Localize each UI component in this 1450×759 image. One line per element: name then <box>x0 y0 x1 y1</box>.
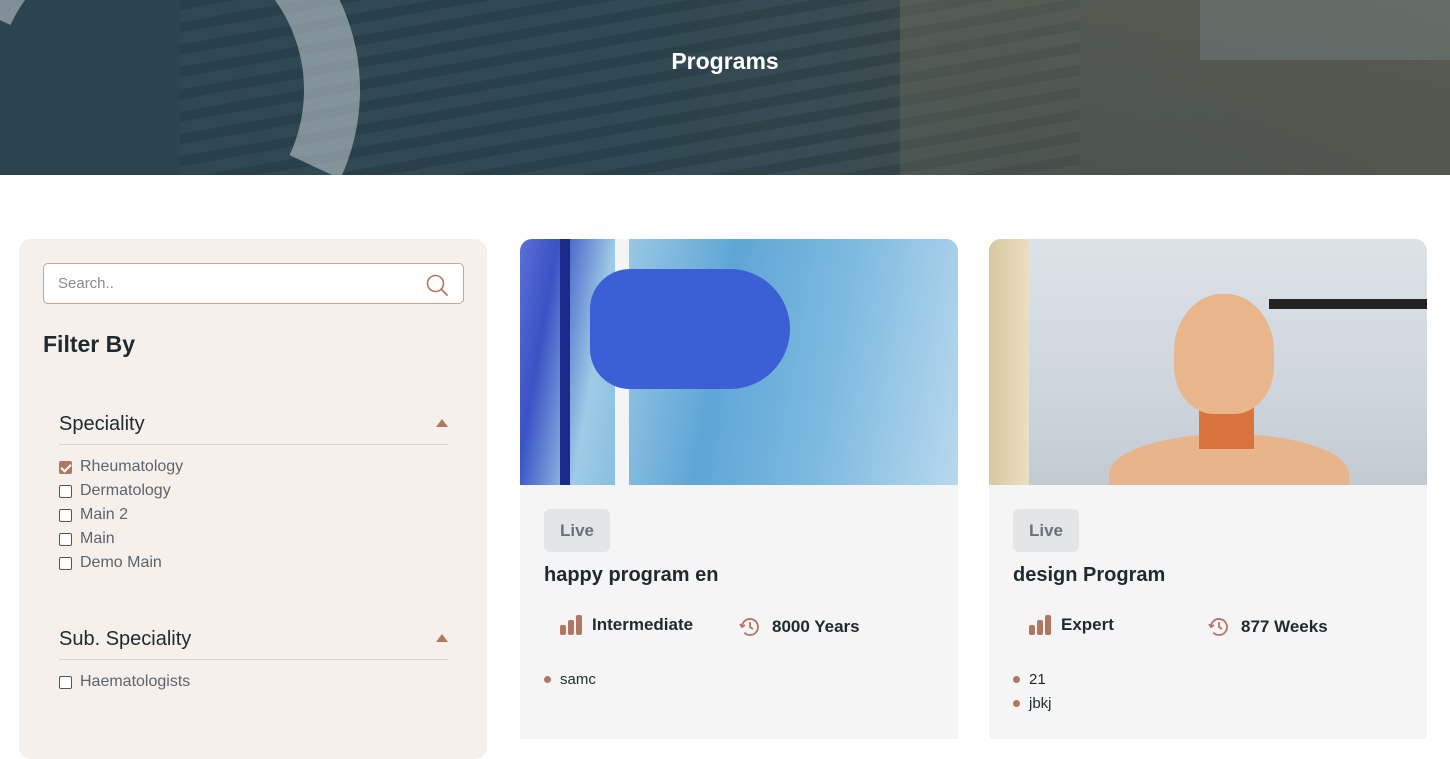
group-label: Speciality <box>59 413 145 435</box>
duration-info: 8000 Years <box>738 615 860 639</box>
level-bars-icon <box>1029 615 1051 635</box>
option-label: Haematologists <box>80 673 191 690</box>
level-bars-icon <box>560 615 582 635</box>
list-item: samc <box>544 667 596 691</box>
tag-list: 21 jbkj <box>1013 667 1052 715</box>
filter-option-haematologists[interactable]: Haematologists <box>59 670 190 694</box>
option-label: Main <box>80 530 115 547</box>
list-item: jbkj <box>1013 691 1052 715</box>
option-label: Main 2 <box>80 506 129 523</box>
program-title[interactable]: happy program en <box>544 564 718 587</box>
status-badge: Live <box>1013 509 1080 552</box>
speciality-options: Rheumatology Dermatology Main 2 Main Dem… <box>59 455 183 575</box>
tag-list: samc <box>544 667 596 691</box>
level-info: Intermediate <box>560 615 693 635</box>
hero-banner: Programs <box>0 0 1450 175</box>
program-title[interactable]: design Program <box>1013 564 1165 587</box>
option-label: Rheumatology <box>80 458 184 475</box>
level-info: Expert <box>1029 615 1114 635</box>
duration-info: 877 Weeks <box>1207 615 1328 639</box>
caret-up-icon[interactable] <box>436 634 448 642</box>
caret-up-icon[interactable] <box>436 419 448 427</box>
option-label: Demo Main <box>80 554 162 571</box>
level-label: Expert <box>1061 615 1114 634</box>
search-input[interactable] <box>58 264 418 303</box>
status-badge: Live <box>544 509 611 552</box>
checkbox[interactable] <box>59 532 72 546</box>
checkbox[interactable] <box>59 484 72 498</box>
filter-sidebar: Filter By Speciality Rheumatology Dermat… <box>19 239 487 759</box>
duration-label: 877 Weeks <box>1241 617 1328 636</box>
filter-option-dermatology[interactable]: Dermatology <box>59 479 183 503</box>
checkbox[interactable] <box>59 675 72 689</box>
option-label: Dermatology <box>80 482 171 499</box>
speciality-group-header[interactable]: Speciality <box>59 405 448 445</box>
checkbox[interactable] <box>59 460 72 474</box>
filter-option-demo-main[interactable]: Demo Main <box>59 551 183 575</box>
sub-speciality-group-header[interactable]: Sub. Speciality <box>59 620 448 660</box>
list-item: 21 <box>1013 667 1052 691</box>
page-title: Programs <box>671 48 779 74</box>
search-box <box>43 263 464 304</box>
group-label: Sub. Speciality <box>59 628 192 650</box>
program-card[interactable]: Live happy program en Intermediate 8000 … <box>520 239 958 739</box>
filter-option-main-2[interactable]: Main 2 <box>59 503 183 527</box>
checkbox[interactable] <box>59 508 72 522</box>
clock-icon <box>739 618 759 636</box>
level-label: Intermediate <box>592 615 694 634</box>
filter-title: Filter By <box>43 331 136 357</box>
search-icon[interactable] <box>425 273 449 297</box>
checkbox[interactable] <box>59 556 72 570</box>
duration-label: 8000 Years <box>772 617 860 636</box>
filter-option-rheumatology[interactable]: Rheumatology <box>59 455 183 479</box>
program-image[interactable] <box>989 239 1427 485</box>
program-image[interactable] <box>520 239 958 485</box>
program-card[interactable]: Live design Program Expert 877 Weeks 21 … <box>989 239 1427 739</box>
clock-icon <box>1208 618 1228 636</box>
filter-option-main[interactable]: Main <box>59 527 183 551</box>
sub-speciality-options: Haematologists <box>59 670 190 694</box>
